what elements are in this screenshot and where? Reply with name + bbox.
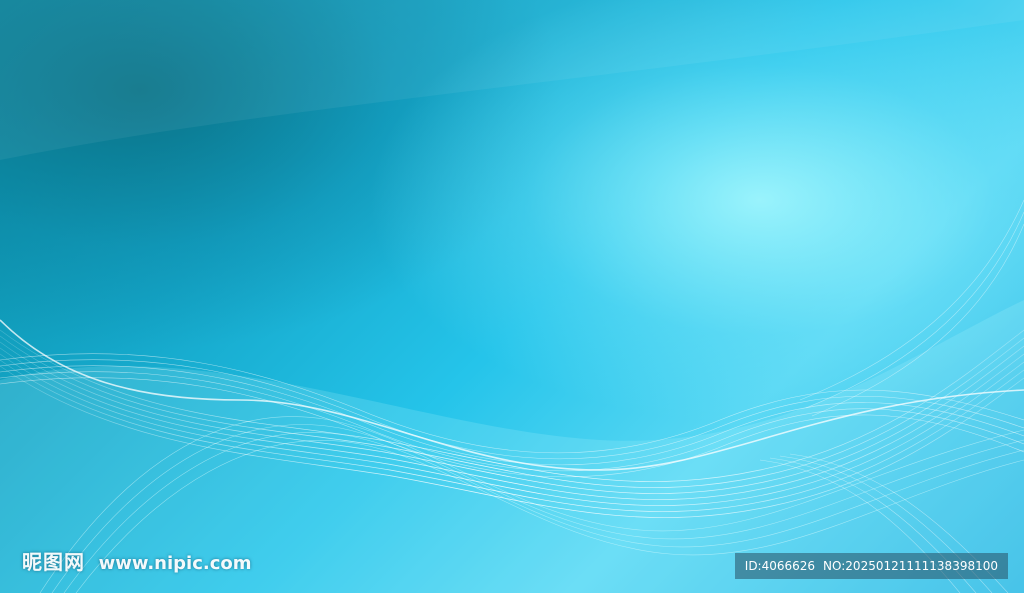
watermark-id: ID:4066626 (744, 559, 816, 573)
wave-lines-graphic (0, 0, 1024, 593)
wave-background-image: 昵图网 www.nipic.com ID:4066626 NO:20250121… (0, 0, 1024, 593)
watermark-no: NO:20250121111138398100 (823, 559, 998, 573)
watermark-logo-text: 昵图网 (22, 550, 85, 574)
watermark-id-badge: ID:4066626 NO:20250121111138398100 (734, 553, 1008, 579)
watermark-url: www.nipic.com (98, 553, 252, 574)
watermark-site: 昵图网 www.nipic.com (22, 546, 252, 575)
